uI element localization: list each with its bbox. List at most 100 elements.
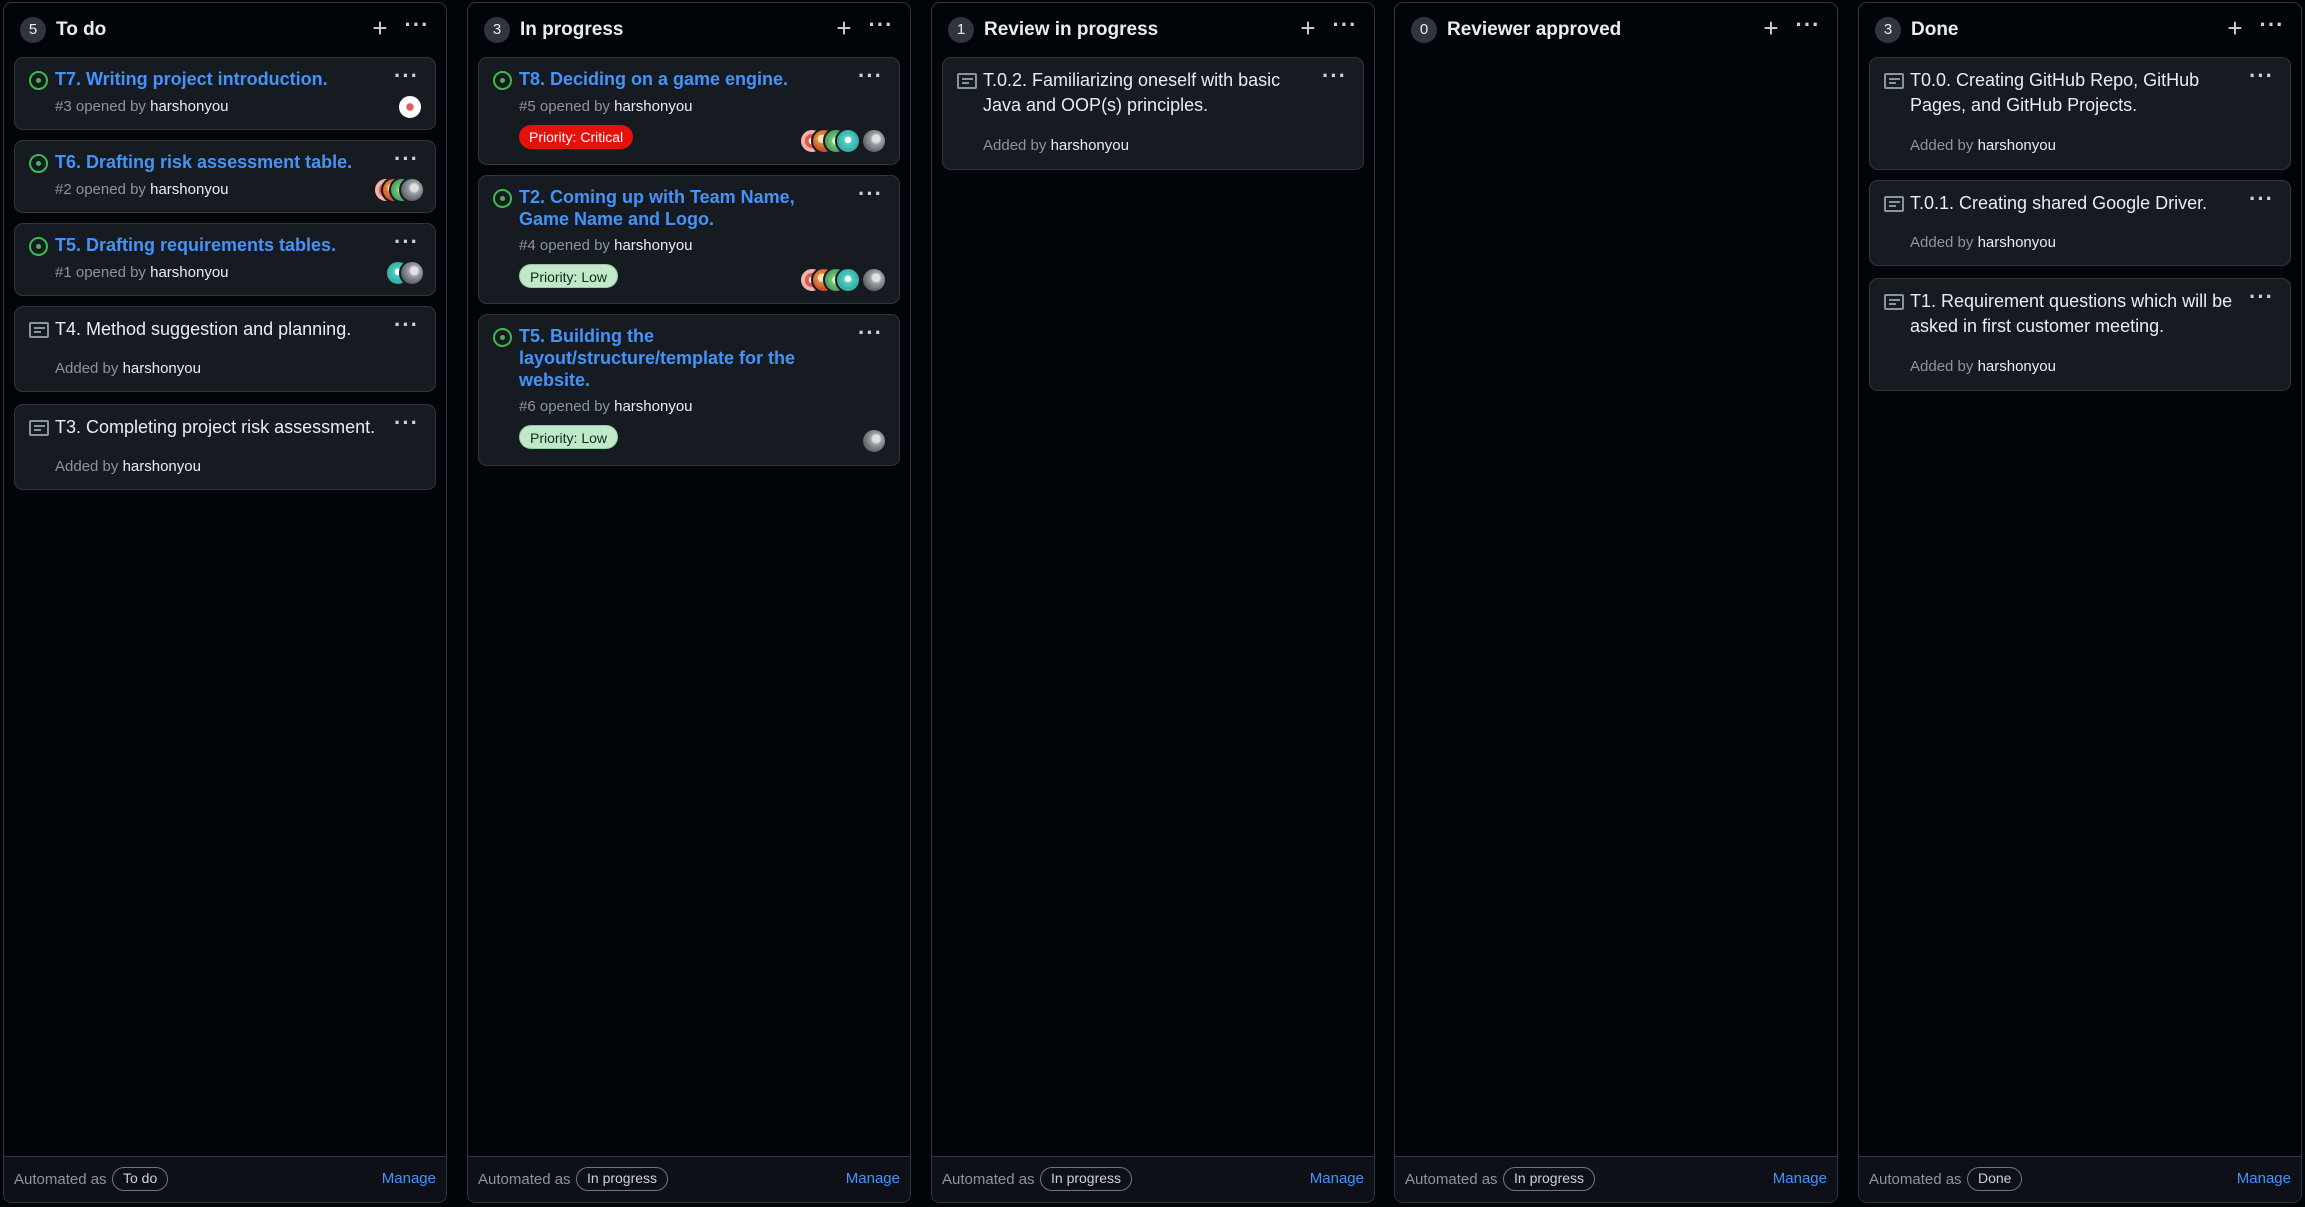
issue-card[interactable]: T6. Drafting risk assessment table. ··· … bbox=[14, 140, 436, 213]
card-meta: #2 opened by harshonyou bbox=[55, 180, 229, 200]
card-title-link[interactable]: T5. Building the layout/structure/templa… bbox=[519, 325, 843, 391]
card-meta: #1 opened by harshonyou bbox=[55, 263, 229, 283]
author-name[interactable]: harshonyou bbox=[1978, 358, 2056, 375]
card-title-link[interactable]: T5. Drafting requirements tables. bbox=[55, 234, 379, 256]
card-menu-icon[interactable]: ··· bbox=[858, 64, 883, 88]
author-name[interactable]: harshonyou bbox=[614, 398, 692, 415]
author-name[interactable]: harshonyou bbox=[614, 98, 692, 115]
priority-label[interactable]: Priority: Low bbox=[519, 425, 619, 449]
card-menu-icon[interactable]: ··· bbox=[1322, 64, 1347, 88]
avatar[interactable] bbox=[861, 267, 887, 293]
note-card[interactable]: T3. Completing project risk assessment. … bbox=[14, 404, 436, 490]
note-text: T1. Requirement questions which will be … bbox=[1910, 291, 2233, 336]
note-card[interactable]: T0.0. Creating GitHub Repo, GitHub Pages… bbox=[1869, 57, 2291, 170]
card-menu-icon[interactable]: ··· bbox=[394, 64, 419, 88]
avatar[interactable] bbox=[835, 267, 861, 293]
column-header: 0 Reviewer approved + ··· bbox=[1395, 3, 1837, 55]
manage-automation-link[interactable]: Manage bbox=[1773, 1170, 1827, 1188]
opened-by-text: opened by bbox=[539, 98, 610, 115]
add-card-icon[interactable]: + bbox=[366, 13, 394, 43]
manage-automation-link[interactable]: Manage bbox=[2237, 1170, 2291, 1188]
column-title: Done bbox=[1911, 19, 1959, 40]
automation-pill: In progress bbox=[1503, 1167, 1596, 1191]
card-meta: #5 opened by harshonyou bbox=[519, 97, 693, 117]
column-menu-icon[interactable]: ··· bbox=[1330, 13, 1360, 43]
issue-card[interactable]: T5. Drafting requirements tables. ··· #1… bbox=[14, 223, 436, 296]
card-meta: Added by harshonyou bbox=[1910, 233, 2056, 253]
author-name[interactable]: harshonyou bbox=[150, 264, 228, 281]
add-card-icon[interactable]: + bbox=[1757, 13, 1785, 43]
card-title-link[interactable]: T6. Drafting risk assessment table. bbox=[55, 151, 379, 173]
card-menu-icon[interactable]: ··· bbox=[394, 411, 419, 435]
added-by-text: Added by bbox=[1910, 358, 1974, 375]
card-count-badge: 1 bbox=[948, 17, 974, 43]
issue-card[interactable]: T5. Building the layout/structure/templa… bbox=[478, 314, 900, 466]
column-menu-icon[interactable]: ··· bbox=[402, 13, 432, 43]
assignee-avatars bbox=[799, 128, 889, 154]
avatar[interactable] bbox=[861, 128, 887, 154]
column-in-progress: 3 In progress + ··· T8. Deciding on a ga… bbox=[467, 2, 911, 1203]
card-title-link[interactable]: T2. Coming up with Team Name, Game Name … bbox=[519, 186, 843, 230]
author-name[interactable]: harshonyou bbox=[1978, 137, 2056, 154]
author-name[interactable]: harshonyou bbox=[1978, 234, 2056, 251]
priority-label[interactable]: Priority: Critical bbox=[519, 125, 634, 149]
automation-pill: In progress bbox=[1040, 1167, 1133, 1191]
column-header: 3 Done + ··· bbox=[1859, 3, 2301, 55]
issue-card[interactable]: T7. Writing project introduction. ··· #3… bbox=[14, 57, 436, 130]
note-icon bbox=[957, 73, 977, 89]
manage-automation-link[interactable]: Manage bbox=[1310, 1170, 1364, 1188]
add-card-icon[interactable]: + bbox=[2221, 13, 2249, 43]
column-menu-icon[interactable]: ··· bbox=[1793, 13, 1823, 43]
card-title-link[interactable]: T7. Writing project introduction. bbox=[55, 68, 379, 90]
card-menu-icon[interactable]: ··· bbox=[858, 321, 883, 345]
column-menu-icon[interactable]: ··· bbox=[866, 13, 896, 43]
avatar[interactable] bbox=[399, 260, 425, 286]
note-card[interactable]: T.0.1. Creating shared Google Driver. ··… bbox=[1869, 180, 2291, 266]
column-footer: Automated as Done Manage bbox=[1859, 1156, 2301, 1202]
column-title: Review in progress bbox=[984, 19, 1159, 40]
card-meta: #4 opened by harshonyou bbox=[519, 236, 693, 256]
opened-by-text: opened by bbox=[539, 237, 610, 254]
priority-label[interactable]: Priority: Low bbox=[519, 264, 619, 288]
manage-automation-link[interactable]: Manage bbox=[382, 1170, 436, 1188]
note-card[interactable]: T1. Requirement questions which will be … bbox=[1869, 278, 2291, 391]
card-menu-icon[interactable]: ··· bbox=[858, 182, 883, 206]
author-name[interactable]: harshonyou bbox=[614, 237, 692, 254]
author-name[interactable]: harshonyou bbox=[1051, 137, 1129, 154]
manage-automation-link[interactable]: Manage bbox=[846, 1170, 900, 1188]
add-card-icon[interactable]: + bbox=[1294, 13, 1322, 43]
author-name[interactable]: harshonyou bbox=[123, 458, 201, 475]
card-menu-icon[interactable]: ··· bbox=[2249, 187, 2274, 211]
card-title-link[interactable]: T8. Deciding on a game engine. bbox=[519, 68, 843, 90]
column-done: 3 Done + ··· T0.0. Creating GitHub Repo,… bbox=[1858, 2, 2302, 1203]
automated-as-text: Automated as bbox=[942, 1171, 1035, 1188]
avatar[interactable] bbox=[835, 128, 861, 154]
card-menu-icon[interactable]: ··· bbox=[2249, 285, 2274, 309]
column-title: To do bbox=[56, 19, 107, 40]
issue-card[interactable]: T8. Deciding on a game engine. ··· #5 op… bbox=[478, 57, 900, 165]
note-icon bbox=[29, 322, 49, 338]
avatar[interactable] bbox=[397, 94, 423, 120]
add-card-icon[interactable]: + bbox=[830, 13, 858, 43]
card-menu-icon[interactable]: ··· bbox=[394, 147, 419, 171]
column-footer: Automated as In progress Manage bbox=[932, 1156, 1374, 1202]
issue-card[interactable]: T2. Coming up with Team Name, Game Name … bbox=[478, 175, 900, 304]
opened-by-text: opened by bbox=[539, 398, 610, 415]
note-card[interactable]: T.0.2. Familiarizing oneself with basic … bbox=[942, 57, 1364, 170]
avatar[interactable] bbox=[861, 428, 887, 454]
automated-as-text: Automated as bbox=[1869, 1171, 1962, 1188]
author-name[interactable]: harshonyou bbox=[123, 360, 201, 377]
card-count-badge: 0 bbox=[1411, 17, 1437, 43]
author-name[interactable]: harshonyou bbox=[150, 98, 228, 115]
card-menu-icon[interactable]: ··· bbox=[2249, 64, 2274, 88]
card-menu-icon[interactable]: ··· bbox=[394, 313, 419, 337]
opened-by-text: opened by bbox=[75, 181, 146, 198]
author-name[interactable]: harshonyou bbox=[150, 181, 228, 198]
note-card[interactable]: T4. Method suggestion and planning. ··· … bbox=[14, 306, 436, 392]
column-menu-icon[interactable]: ··· bbox=[2257, 13, 2287, 43]
note-icon bbox=[1884, 294, 1904, 310]
card-menu-icon[interactable]: ··· bbox=[394, 230, 419, 254]
added-by-text: Added by bbox=[983, 137, 1047, 154]
issue-number: #3 bbox=[55, 98, 72, 115]
avatar[interactable] bbox=[399, 177, 425, 203]
